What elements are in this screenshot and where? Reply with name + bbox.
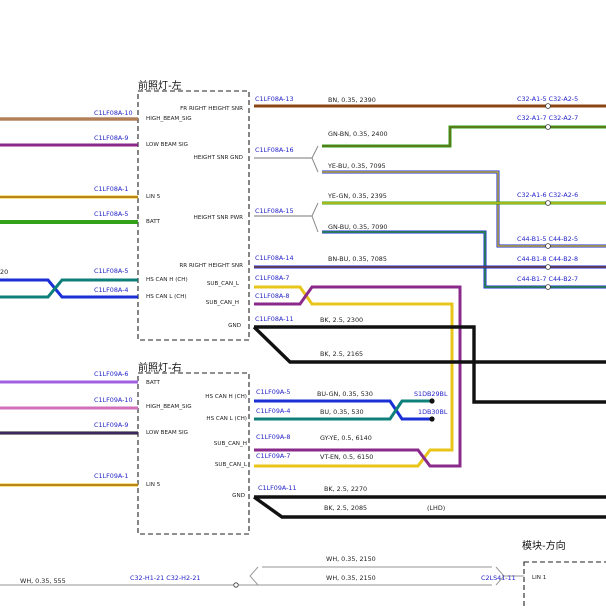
connector-label: C32-A1-5 C32-A2-5: [517, 95, 578, 103]
left-signal-label: HIGH_BEAM_SIG: [146, 404, 192, 410]
left-pin-code: C1LF09A-1: [94, 472, 129, 480]
wire-label: GN-BU, 0.35, 7090: [328, 223, 388, 231]
left-signal-label: FR RIGHT HEIGHT SNR: [180, 106, 243, 112]
left-signal-label: SUB_CAN_H: [206, 300, 239, 306]
right-pin-code: C1LF08A-15: [255, 207, 294, 215]
wire-label: YE-BU, 0.35, 7095: [327, 162, 386, 170]
left-signal-label: SUB_CAN_L: [215, 462, 248, 468]
connector-label: C2LS41-11: [481, 574, 516, 582]
splice-label: 1DB30BL: [418, 408, 448, 416]
left-signal-label: LIN 5: [146, 482, 161, 488]
wire-label: BK, 2.5, 2085: [324, 504, 367, 512]
left-signal-label: HS CAN L (CH): [146, 294, 187, 300]
right-pin-code: C1LF09A-8: [256, 433, 291, 441]
left-pin-code: C1LF08A-9: [94, 134, 129, 142]
connector-symbol: [545, 200, 551, 206]
right-pin-code: C1LF08A-11: [255, 315, 294, 323]
left-pin-code: C1LF08A-1: [94, 185, 129, 193]
left-signal-label: RR RIGHT HEIGHT SNR: [179, 263, 243, 269]
right-pin-code: C1LF09A-7: [256, 452, 291, 460]
right-pin-code: C1LF08A-16: [255, 146, 294, 154]
left-pin-code: C1LF09A-9: [94, 421, 129, 429]
wire-label: WH, 0.35, 2150: [326, 555, 376, 563]
wire-label: BN, 0.35, 2390: [328, 96, 376, 104]
left-signal-label: HS CAN L (CH): [206, 416, 247, 422]
steering-module-box: [523, 561, 606, 608]
connector-symbol: [233, 582, 239, 588]
left-signal-label: BATT: [146, 380, 161, 386]
left-signal-label: LIN 5: [146, 194, 161, 200]
left-pin-code: C1LF08A-5: [94, 210, 129, 218]
right-pin-code: C1LF09A-4: [256, 407, 291, 415]
connector-symbol: [545, 284, 551, 290]
wire-label: YE-GN, 0.35, 2395: [327, 192, 387, 200]
left-signal-label: BATT: [146, 219, 161, 225]
connector-label: C32-A1-7 C32-A2-7: [517, 114, 578, 122]
wire-label: BU-GN, 0.35, 530: [317, 390, 373, 398]
steering-module-title: 模块-方向: [522, 539, 566, 552]
output-wires: [252, 104, 606, 519]
wire-label: BN-BU, 0.35, 7085: [328, 255, 387, 263]
left-signal-label: SUB_CAN_H: [214, 441, 247, 447]
wire-label: GY-YE, 0.5, 6140: [320, 434, 372, 442]
wire-label: GN-BN, 0.35, 2400: [328, 130, 388, 138]
left-signal-label: HEIGHT SNR PWR: [194, 215, 243, 221]
left-signal-label: HIGH_BEAM_SIG: [146, 116, 192, 122]
splice-label: S1DB29BL: [414, 390, 448, 398]
right-connectors: C32-A1-5 C32-A2-5 C32-A1-7 C32-A2-7 C32-…: [517, 95, 578, 290]
left-signal-label: LOW BEAM SIG: [146, 430, 188, 436]
left-headlamp-title: 前照灯-左: [138, 79, 182, 92]
left-signal-label: GND: [232, 493, 245, 499]
left-pin-code: C1LF09A-6: [94, 370, 129, 378]
bottom-wires: [0, 566, 524, 588]
left-pin-code: C1LF08A-10: [94, 109, 133, 117]
wire-label: WH, 0.35, 555: [20, 577, 66, 585]
connector-label: C44-B1-7 C44-B2-7: [517, 275, 578, 283]
right-pin-code: C1LF08A-14: [255, 254, 294, 262]
wire-label: BK, 2.5, 2270: [324, 485, 367, 493]
connector-label: C32-H1-21 C32-H2-21: [130, 574, 200, 582]
right-pin-code: C1LF09A-11: [258, 484, 297, 492]
left-signal-label: SUB_CAN_L: [207, 281, 240, 287]
left-signal-label: HS CAN H (CH): [146, 277, 188, 283]
wire-label: BK, 2.5, 2300: [320, 316, 363, 324]
right-headlamp-title: 前照灯-右: [138, 361, 182, 374]
right-pin-code: C1LF08A-8: [255, 292, 290, 300]
left-pin-code: C1LF08A-4: [94, 286, 129, 294]
connector-symbol: [545, 243, 551, 249]
edge-fragment-label: 20: [0, 268, 8, 276]
right-pin-code: C1LF08A-13: [255, 95, 294, 103]
left-signal-label: HEIGHT SNR GND: [194, 155, 243, 161]
steering-signal-label: LIN 1: [532, 575, 547, 581]
wiring-diagram: 前照灯-左 20 C1LF08A-10 C1LF08A-9 C1LF08A-1 …: [0, 79, 606, 608]
right-pin-code: C1LF08A-7: [255, 274, 290, 282]
wire-label: WH, 0.35, 2150: [326, 574, 376, 582]
connector-label: C44-B1-8 C44-B2-8: [517, 255, 578, 263]
left-pin-code: C1LF09A-10: [94, 396, 133, 404]
left-pin-code: C1LF08A-5: [94, 267, 129, 275]
connector-label: C32-A1-6 C32-A2-6: [517, 191, 578, 199]
wire-label: VT-EN, 0.5, 6150: [320, 453, 373, 461]
left-signal-label: LOW BEAM SIG: [146, 142, 188, 148]
connector-label: C44-B1-5 C44-B2-5: [517, 235, 578, 243]
connector-symbol: [545, 103, 551, 109]
wire-label: BU, 0.35, 530: [320, 408, 364, 416]
left-signal-label: HS CAN H (CH): [205, 394, 247, 400]
connector-symbol: [545, 264, 551, 270]
wire-label: BK, 2.5, 2165: [320, 350, 363, 358]
splice-dot: [429, 398, 435, 404]
connector-symbol: [545, 124, 551, 130]
lhd-note: (LHD): [427, 504, 445, 512]
right-pin-code: C1LF09A-5: [256, 388, 291, 396]
splice-dot: [429, 416, 435, 422]
left-signal-label: GND: [228, 323, 241, 329]
